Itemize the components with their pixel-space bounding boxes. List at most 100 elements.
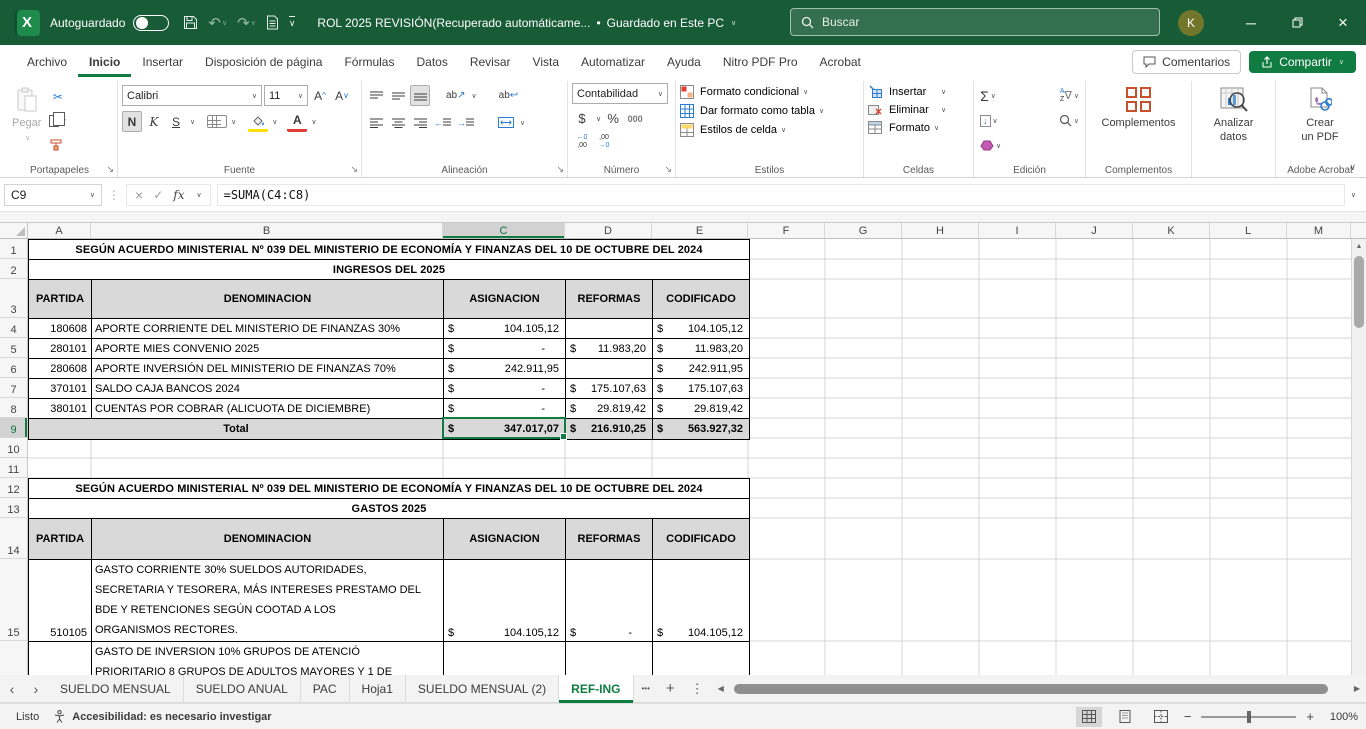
minimize-button[interactable]: ─ — [1228, 0, 1274, 45]
tab-automatizar[interactable]: Automatizar — [570, 47, 656, 77]
tab-archivo[interactable]: Archivo — [16, 47, 78, 77]
increase-decimal-button[interactable]: ←0,00 — [572, 131, 592, 152]
expand-formula-bar-icon[interactable]: ∨ — [1351, 191, 1356, 199]
undo-icon[interactable]: ↶∨ — [208, 14, 227, 32]
autosave-toggle[interactable] — [133, 15, 169, 31]
font-color-dropdown-icon[interactable]: ∨ — [311, 118, 316, 126]
cell-A15[interactable]: 510105 — [29, 560, 92, 642]
header-denominacion[interactable]: DENOMINACION — [92, 280, 444, 319]
insert-function-icon[interactable]: fx — [173, 188, 184, 202]
gastos-header-asignacion[interactable]: ASIGNACION — [444, 519, 566, 560]
row-header-4[interactable]: 4 — [0, 318, 27, 338]
customize-qat-icon[interactable]: ∨ — [289, 16, 296, 29]
col-header-E[interactable]: E — [652, 223, 748, 238]
header-partida[interactable]: PARTIDA — [29, 280, 92, 319]
format-cells-button[interactable]: Formato ∨ — [868, 121, 969, 134]
function-dropdown-icon[interactable]: ∨ — [196, 191, 201, 199]
tab-acrobat[interactable]: Acrobat — [809, 47, 872, 77]
restore-button[interactable] — [1274, 0, 1320, 45]
cell-D5[interactable]: $11.983,20 — [566, 339, 653, 359]
scroll-left-icon[interactable]: ◀ — [714, 684, 728, 693]
row-header-6[interactable]: 6 — [0, 358, 27, 378]
insert-cells-button[interactable]: Insertar ∨ — [868, 85, 969, 98]
create-pdf-button[interactable]: Crearun PDF — [1280, 83, 1360, 149]
gastos-header-codificado[interactable]: CODIFICADO — [653, 519, 749, 560]
grow-font-button[interactable]: A^ — [310, 85, 330, 106]
col-header-H[interactable]: H — [902, 223, 979, 238]
mode-indicator[interactable]: Listo — [0, 711, 53, 723]
align-bottom-icon[interactable] — [410, 85, 430, 106]
sheet-tab-sueldo-mensual[interactable]: SUELDO MENSUAL — [48, 675, 184, 703]
cell-C9-selected[interactable]: $347.017,07 — [444, 419, 566, 439]
tab-datos[interactable]: Datos — [405, 47, 458, 77]
excel-logo-icon[interactable]: X — [14, 10, 40, 36]
font-name-combo[interactable]: Calibri∨ — [122, 85, 262, 106]
cell-C5[interactable]: $- — [444, 339, 566, 359]
title-dropdown-icon[interactable]: ∨ — [731, 19, 736, 27]
vertical-scrollbar[interactable]: ▲ — [1351, 239, 1366, 675]
tab-disposicion[interactable]: Disposición de página — [194, 47, 333, 77]
tab-nitro-pdf[interactable]: Nitro PDF Pro — [712, 47, 809, 77]
row-header-11[interactable]: 11 — [0, 458, 27, 478]
cell-C16[interactable] — [444, 642, 566, 675]
row-header-5[interactable]: 5 — [0, 338, 27, 358]
normal-view-icon[interactable] — [1076, 707, 1102, 727]
cell-B6[interactable]: APORTE INVERSIÓN DEL MINISTERIO DE FINAN… — [92, 359, 444, 379]
tab-vista[interactable]: Vista — [522, 47, 570, 77]
page-layout-view-icon[interactable] — [1112, 707, 1138, 727]
col-header-K[interactable]: K — [1133, 223, 1210, 238]
cell-A8[interactable]: 380101 — [29, 399, 92, 419]
sheet-menu-icon[interactable]: ⋮ — [683, 681, 712, 697]
find-select-button[interactable]: ∨ — [1057, 110, 1081, 131]
shrink-font-button[interactable]: A∨ — [332, 85, 352, 106]
cell-E5[interactable]: $11.983,20 — [653, 339, 749, 359]
cell-C15[interactable]: $104.105,12 — [444, 560, 566, 642]
cells-region[interactable]: SEGÚN ACUERDO MINISTERIAL Nº 039 DEL MIN… — [28, 239, 1351, 675]
header-asignacion[interactable]: ASIGNACION — [444, 280, 566, 319]
zoom-slider-thumb[interactable] — [1247, 711, 1251, 723]
sort-filter-button[interactable]: AZ ∇∨ — [1058, 85, 1081, 106]
row-header-1[interactable]: 1 — [0, 239, 27, 259]
borders-button[interactable] — [207, 115, 227, 128]
redo-icon[interactable]: ↷∨ — [237, 14, 256, 32]
sheet-next-icon[interactable]: › — [24, 681, 48, 697]
share-button[interactable]: Compartir ∨ — [1249, 51, 1356, 73]
merge-dropdown-icon[interactable]: ∨ — [520, 119, 525, 127]
underline-dropdown-icon[interactable]: ∨ — [190, 118, 195, 126]
col-header-D[interactable]: D — [565, 223, 652, 238]
gastos-subtitle-cell[interactable]: GASTOS 2025 — [29, 499, 749, 519]
page-break-view-icon[interactable] — [1148, 707, 1174, 727]
enter-icon[interactable]: ✓ — [153, 188, 163, 202]
cell-E4[interactable]: $104.105,12 — [653, 319, 749, 339]
horizontal-scroll-thumb[interactable] — [734, 684, 1328, 694]
cell-B16[interactable]: GASTO DE INVERSION 10% GRUPOS DE ATENCIÓ… — [92, 642, 444, 675]
row-header-14[interactable]: 14 — [0, 518, 27, 559]
cell-B8[interactable]: CUENTAS POR COBRAR (ALICUOTA DE DICIEMBR… — [92, 399, 444, 419]
fill-button[interactable]: ↓∨ — [978, 110, 1000, 131]
orientation-dropdown-icon[interactable]: ∨ — [472, 92, 477, 100]
close-button[interactable]: × — [1320, 0, 1366, 45]
format-painter-icon[interactable] — [47, 134, 68, 155]
cell-A7[interactable]: 370101 — [29, 379, 92, 399]
accounting-format-button[interactable]: $ — [572, 108, 592, 129]
row-header-3[interactable]: 3 — [0, 279, 27, 318]
italic-button[interactable]: K — [144, 111, 164, 132]
cell-B4[interactable]: APORTE CORRIENTE DEL MINISTERIO DE FINAN… — [92, 319, 444, 339]
cell-D7[interactable]: $175.107,63 — [566, 379, 653, 399]
wrap-text-button[interactable]: ab↩ — [497, 85, 521, 106]
addins-button[interactable]: Complementos — [1090, 83, 1187, 135]
fill-color-dropdown-icon[interactable]: ∨ — [272, 118, 277, 126]
cell-B7[interactable]: SALDO CAJA BANCOS 2024 — [92, 379, 444, 399]
document-title[interactable]: ROL 2025 REVISIÓN(Recuperado automáticam… — [317, 16, 736, 30]
font-size-combo[interactable]: 11∨ — [264, 85, 308, 106]
sheet-tab-hoja1[interactable]: Hoja1 — [350, 675, 406, 703]
analyze-data-button[interactable]: Analizardatos — [1196, 83, 1271, 149]
autosave-control[interactable]: Autoguardado — [50, 15, 169, 31]
gastos-title-cell[interactable]: SEGÚN ACUERDO MINISTERIAL Nº 039 DEL MIN… — [29, 479, 749, 499]
col-header-G[interactable]: G — [825, 223, 902, 238]
zoom-out-icon[interactable]: − — [1184, 709, 1192, 724]
document-icon[interactable] — [266, 15, 279, 30]
row-header-10[interactable]: 10 — [0, 438, 27, 458]
comments-button[interactable]: Comentarios — [1132, 50, 1241, 74]
cell-E15[interactable]: $104.105,12 — [653, 560, 749, 642]
